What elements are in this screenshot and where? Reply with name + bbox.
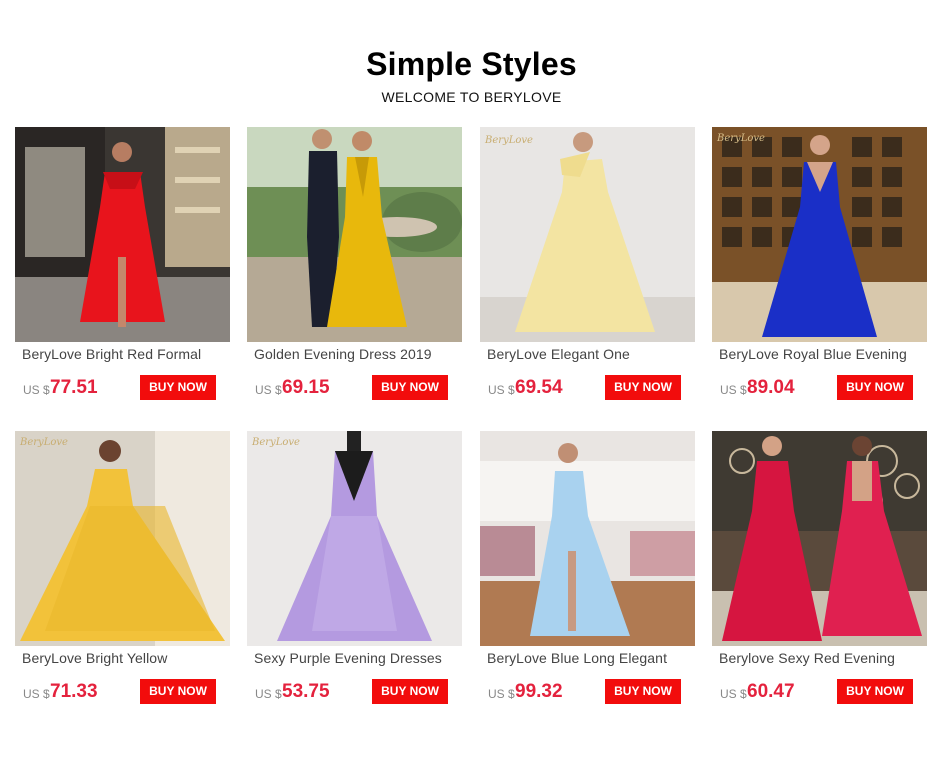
- price-currency: US $: [488, 383, 515, 397]
- product-image-red-evening-dress[interactable]: [712, 431, 927, 646]
- product-price: 53.75: [282, 681, 330, 702]
- product-price: 71.33: [50, 681, 98, 702]
- price-currency: US $: [23, 687, 50, 701]
- product-name[interactable]: Sexy Purple Evening Dresses: [254, 650, 459, 666]
- buy-now-button[interactable]: BUY NOW: [140, 375, 216, 400]
- page-title: Simple Styles: [366, 46, 577, 82]
- product-name[interactable]: BeryLove Royal Blue Evening: [719, 346, 924, 362]
- product-card[interactable]: BeryLove BeryLove Royal Blue Evening US …: [712, 127, 927, 427]
- price-currency: US $: [255, 383, 282, 397]
- buy-now-button[interactable]: BUY NOW: [605, 679, 681, 704]
- product-name[interactable]: BeryLove Blue Long Elegant: [487, 650, 692, 666]
- svg-text:BeryLove: BeryLove: [484, 135, 533, 146]
- product-name[interactable]: Berylove Sexy Red Evening: [719, 650, 924, 666]
- price-currency: US $: [23, 383, 50, 397]
- buy-now-button[interactable]: BUY NOW: [372, 375, 448, 400]
- product-name[interactable]: BeryLove Bright Red Formal: [22, 346, 227, 362]
- product-name[interactable]: Golden Evening Dress 2019: [254, 346, 459, 362]
- svg-text:BeryLove: BeryLove: [716, 133, 765, 144]
- product-price: 99.32: [515, 681, 563, 702]
- product-card[interactable]: Berylove Sexy Red Evening US $ 60.47 BUY…: [712, 431, 927, 731]
- svg-text:BeryLove: BeryLove: [19, 437, 68, 448]
- product-image-purple-dress[interactable]: BeryLove: [247, 431, 462, 646]
- product-price: 60.47: [747, 681, 795, 702]
- product-image-light-blue-dress[interactable]: [480, 431, 695, 646]
- svg-text:BeryLove: BeryLove: [251, 437, 300, 448]
- price-currency: US $: [488, 687, 515, 701]
- product-image-pale-yellow-dress[interactable]: BeryLove: [480, 127, 695, 342]
- product-card[interactable]: BeryLove Bright Red Formal US $ 77.51 BU…: [15, 127, 230, 427]
- buy-now-button[interactable]: BUY NOW: [837, 375, 913, 400]
- product-price: 69.15: [282, 377, 330, 398]
- buy-now-button[interactable]: BUY NOW: [837, 679, 913, 704]
- product-card[interactable]: BeryLove BeryLove Elegant One US $ 69.54…: [480, 127, 695, 427]
- page-subtitle: WELCOME TO BERYLOVE: [381, 89, 562, 105]
- product-name[interactable]: BeryLove Elegant One: [487, 346, 692, 362]
- product-image-golden-dress[interactable]: [247, 127, 462, 342]
- product-price: 77.51: [50, 377, 98, 398]
- product-card[interactable]: BeryLove Blue Long Elegant US $ 99.32 BU…: [480, 431, 695, 731]
- product-price: 89.04: [747, 377, 795, 398]
- product-image-red-dress[interactable]: [15, 127, 230, 342]
- buy-now-button[interactable]: BUY NOW: [605, 375, 681, 400]
- buy-now-button[interactable]: BUY NOW: [372, 679, 448, 704]
- product-price: 69.54: [515, 377, 563, 398]
- product-image-bright-yellow-dress[interactable]: BeryLove: [15, 431, 230, 646]
- product-image-royal-blue-dress[interactable]: BeryLove: [712, 127, 927, 342]
- buy-now-button[interactable]: BUY NOW: [140, 679, 216, 704]
- page-header: Simple Styles WELCOME TO BERYLOVE: [0, 44, 943, 105]
- price-currency: US $: [255, 687, 282, 701]
- product-card[interactable]: BeryLove Sexy Purple Evening Dresses US …: [247, 431, 462, 731]
- product-name[interactable]: BeryLove Bright Yellow: [22, 650, 227, 666]
- product-card[interactable]: BeryLove BeryLove Bright Yellow US $ 71.…: [15, 431, 230, 731]
- price-currency: US $: [720, 687, 747, 701]
- price-currency: US $: [720, 383, 747, 397]
- product-card[interactable]: Golden Evening Dress 2019 US $ 69.15 BUY…: [247, 127, 462, 427]
